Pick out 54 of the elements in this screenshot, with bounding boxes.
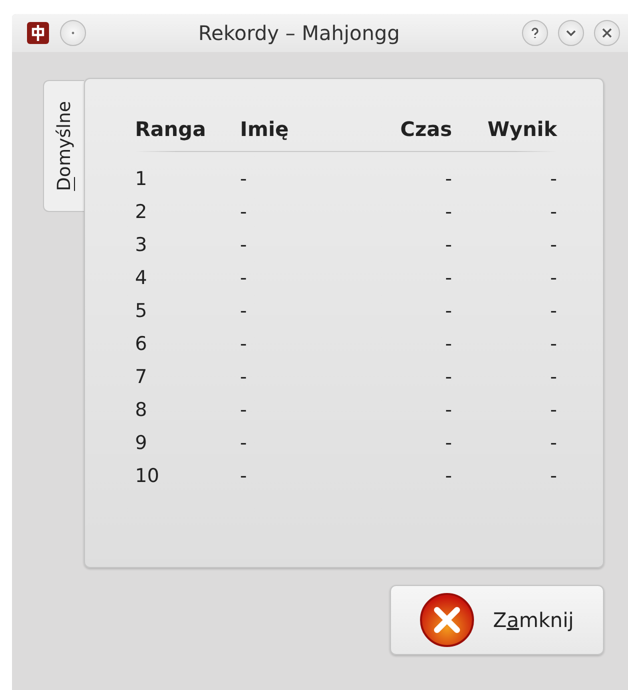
table-cell: - [445, 267, 452, 289]
table-cell: - [550, 465, 557, 487]
table-cell: - [240, 201, 247, 223]
dot-icon [71, 31, 75, 35]
table-cell: - [550, 300, 557, 322]
table-cell: 5 [135, 300, 148, 322]
close-icon [419, 592, 475, 648]
table-cell: - [240, 399, 247, 421]
close-button[interactable] [594, 20, 620, 46]
close-dialog-button[interactable]: Zamknij [390, 585, 604, 655]
table-cell: - [550, 201, 557, 223]
table-cell: 3 [135, 234, 148, 256]
table-cell: 8 [135, 399, 148, 421]
column-header: Czas [400, 117, 452, 141]
table-cell: - [240, 432, 247, 454]
table-cell: - [445, 465, 452, 487]
table-cell: - [240, 168, 247, 190]
table-cell: - [240, 366, 247, 388]
table-cell: - [445, 234, 452, 256]
table-cell: - [550, 432, 557, 454]
table-cell: - [550, 366, 557, 388]
table-cell: 10 [135, 465, 160, 487]
table-cell: 6 [135, 333, 148, 355]
table-cell: - [240, 333, 247, 355]
table-cell: - [445, 333, 452, 355]
table-cell: - [550, 333, 557, 355]
table-cell: - [240, 267, 247, 289]
table-cell: 4 [135, 267, 148, 289]
column-header: Ranga [135, 117, 206, 141]
table-cell: 2 [135, 201, 148, 223]
table-cell: - [445, 168, 452, 190]
table-cell: 9 [135, 432, 148, 454]
table-cell: - [445, 399, 452, 421]
table-cell: - [240, 465, 247, 487]
table-cell: - [445, 300, 452, 322]
help-button[interactable] [522, 20, 548, 46]
table-cell: - [445, 432, 452, 454]
table-cell: - [240, 300, 247, 322]
window-title: Rekordy – Mahjongg [197, 21, 401, 45]
table-cell: - [445, 366, 452, 388]
minimize-button[interactable] [558, 20, 584, 46]
mahjong-tile-icon [26, 21, 50, 45]
table-cell: - [240, 234, 247, 256]
column-header: Imię [240, 117, 289, 141]
table-cell: - [445, 201, 452, 223]
table-cell: - [550, 234, 557, 256]
table-cell: 1 [135, 168, 148, 190]
column-header: Wynik [488, 117, 557, 141]
table-cell: - [550, 399, 557, 421]
close-icon [600, 26, 614, 40]
table-cell: - [550, 267, 557, 289]
table-cell: - [550, 168, 557, 190]
table-cell: 7 [135, 366, 148, 388]
tab[interactable]: Domyślne [43, 80, 84, 212]
